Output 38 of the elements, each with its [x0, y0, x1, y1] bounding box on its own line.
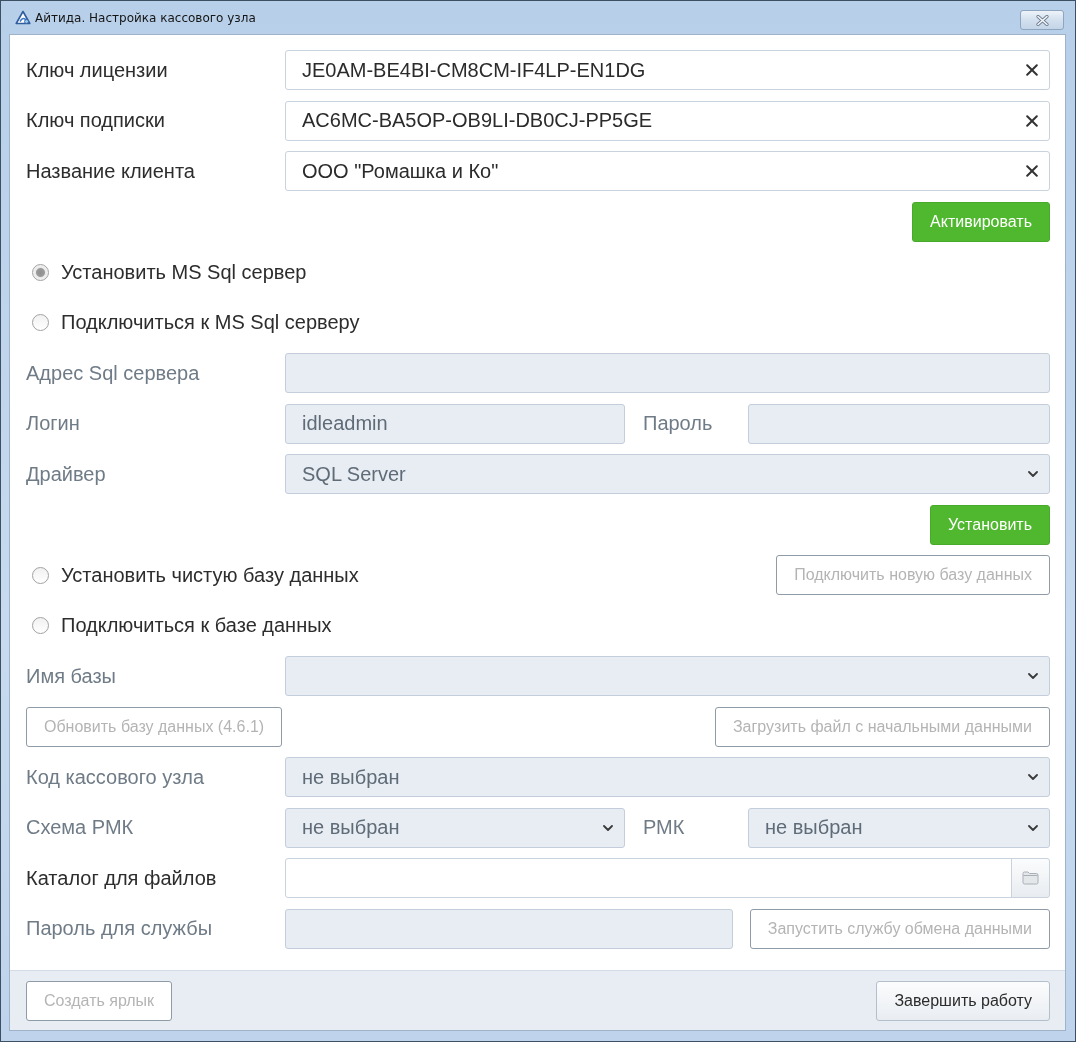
- action-button[interactable]: Активировать: [912, 201, 1050, 242]
- field-label: Имя базы: [26, 664, 117, 688]
- text-field[interactable]: ООО "Ромашка и Ко": [285, 151, 1050, 191]
- window-title: Айтида. Настройка кассового узла: [35, 10, 256, 25]
- field-label: Код кассового узла: [26, 765, 206, 789]
- chevron-down-icon: [1028, 774, 1038, 780]
- chevron-down-icon: [1028, 824, 1038, 831]
- action-button[interactable]: Установить: [930, 504, 1050, 545]
- text-field[interactable]: AC6MC-BA5OP-OB9LI-DB0CJ-PP5GE: [285, 100, 1050, 141]
- field-label: Каталог для файлов: [26, 866, 218, 890]
- clear-icon[interactable]: [1026, 64, 1038, 76]
- chevron-down-icon: [1028, 471, 1038, 477]
- field-label: Адрес Sql сервера: [26, 361, 201, 385]
- folder-icon: [1022, 871, 1039, 885]
- action-button[interactable]: Завершить работу: [876, 980, 1050, 1021]
- field-label: Пароль для службы: [26, 917, 213, 940]
- field-label: Пароль: [642, 412, 714, 435]
- close-button[interactable]: [1020, 10, 1064, 30]
- radio-option[interactable]: Установить чистую базу данных: [26, 563, 359, 587]
- text-field[interactable]: JE0AM-BE4BI-CM8CM-IF4LP-EN1DG: [285, 50, 1050, 90]
- radio-option[interactable]: Подключиться к MS Sql серверу: [26, 311, 360, 334]
- field-label: РМК: [642, 816, 686, 839]
- logo-icon: [15, 9, 31, 26]
- field-label: Логин: [26, 412, 81, 435]
- field-label: Схема РМК: [26, 816, 135, 839]
- radio-option[interactable]: Установить MS Sql сервер: [26, 260, 307, 284]
- close-icon: [1035, 14, 1049, 26]
- clear-icon[interactable]: [1026, 165, 1038, 177]
- chevron-down-icon: [603, 824, 613, 831]
- browse-button[interactable]: [1011, 858, 1050, 898]
- text-field[interactable]: [285, 858, 1012, 898]
- field-label: Ключ подписки: [26, 109, 166, 132]
- field-label: Название клиента: [26, 159, 196, 183]
- field-label: Ключ лицензии: [26, 58, 169, 82]
- clear-icon[interactable]: [1026, 114, 1038, 127]
- radio-option[interactable]: Подключиться к базе данных: [26, 614, 332, 637]
- field-label: Драйвер: [26, 462, 107, 486]
- chevron-down-icon: [1028, 673, 1038, 679]
